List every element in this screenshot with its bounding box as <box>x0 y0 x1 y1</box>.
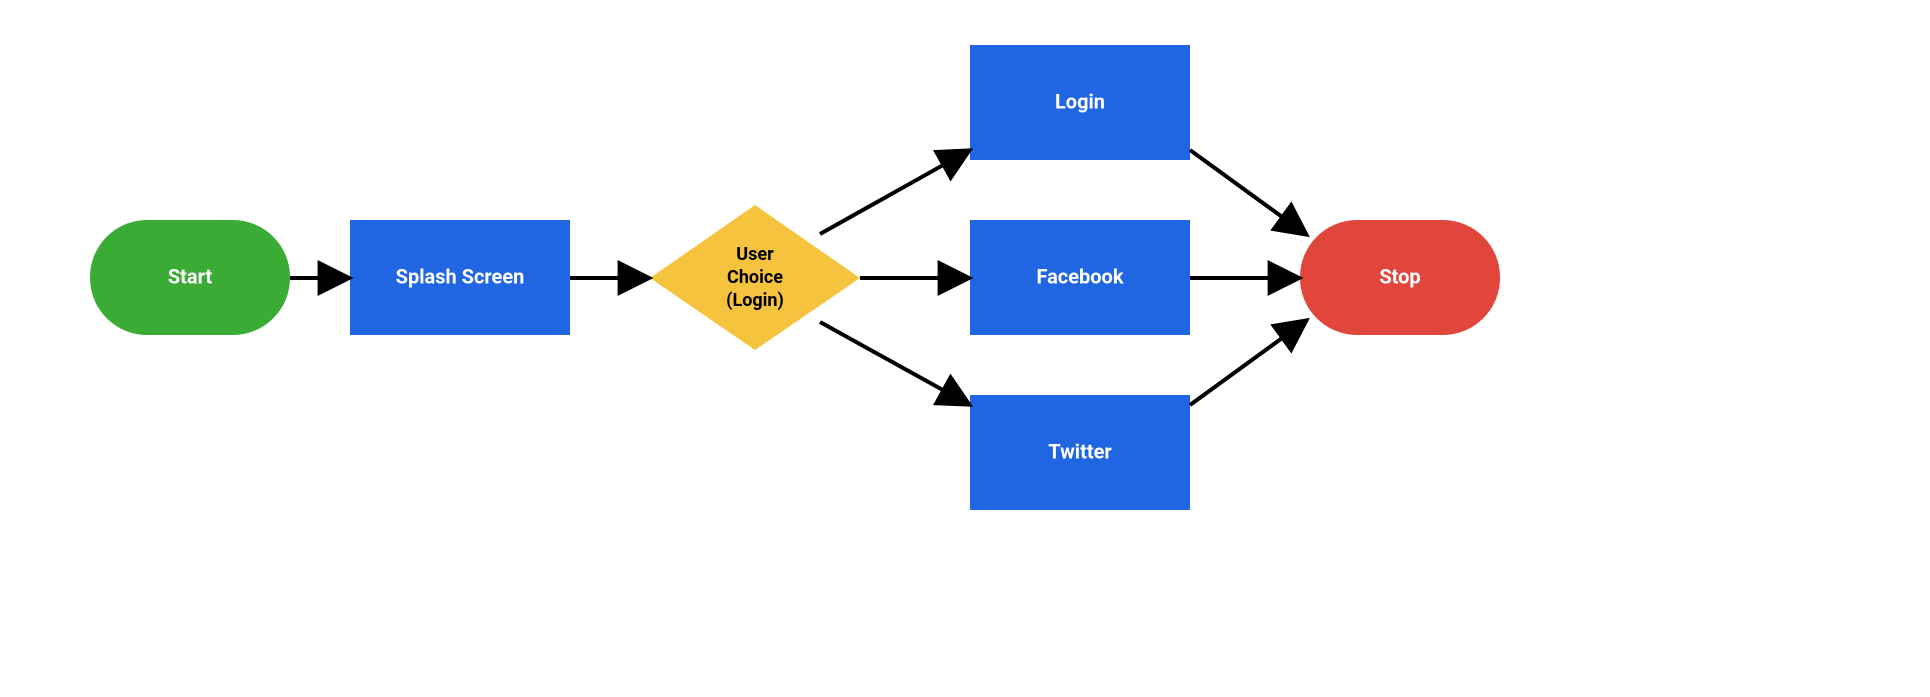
login-label: Login <box>1055 89 1105 113</box>
decision-label-2: Choice <box>727 267 783 288</box>
facebook-label: Facebook <box>1036 264 1123 288</box>
splash-node: Splash Screen <box>350 220 570 335</box>
flowchart-diagram: Start Splash Screen User Choice (Login) … <box>0 0 1930 697</box>
edge-login-stop <box>1190 150 1307 235</box>
edge-twitter-stop <box>1190 320 1307 405</box>
edge-decision-twitter <box>820 322 970 405</box>
facebook-node: Facebook <box>970 220 1190 335</box>
twitter-label: Twitter <box>1048 439 1112 463</box>
twitter-node: Twitter <box>970 395 1190 510</box>
login-node: Login <box>970 45 1190 160</box>
stop-node: Stop <box>1300 220 1500 335</box>
decision-label-3: (Login) <box>726 290 784 311</box>
stop-label: Stop <box>1379 264 1420 288</box>
start-label: Start <box>168 264 213 288</box>
decision-label-1: User <box>736 244 774 265</box>
splash-label: Splash Screen <box>396 264 525 288</box>
edge-decision-login <box>820 150 970 234</box>
start-node: Start <box>90 220 290 335</box>
